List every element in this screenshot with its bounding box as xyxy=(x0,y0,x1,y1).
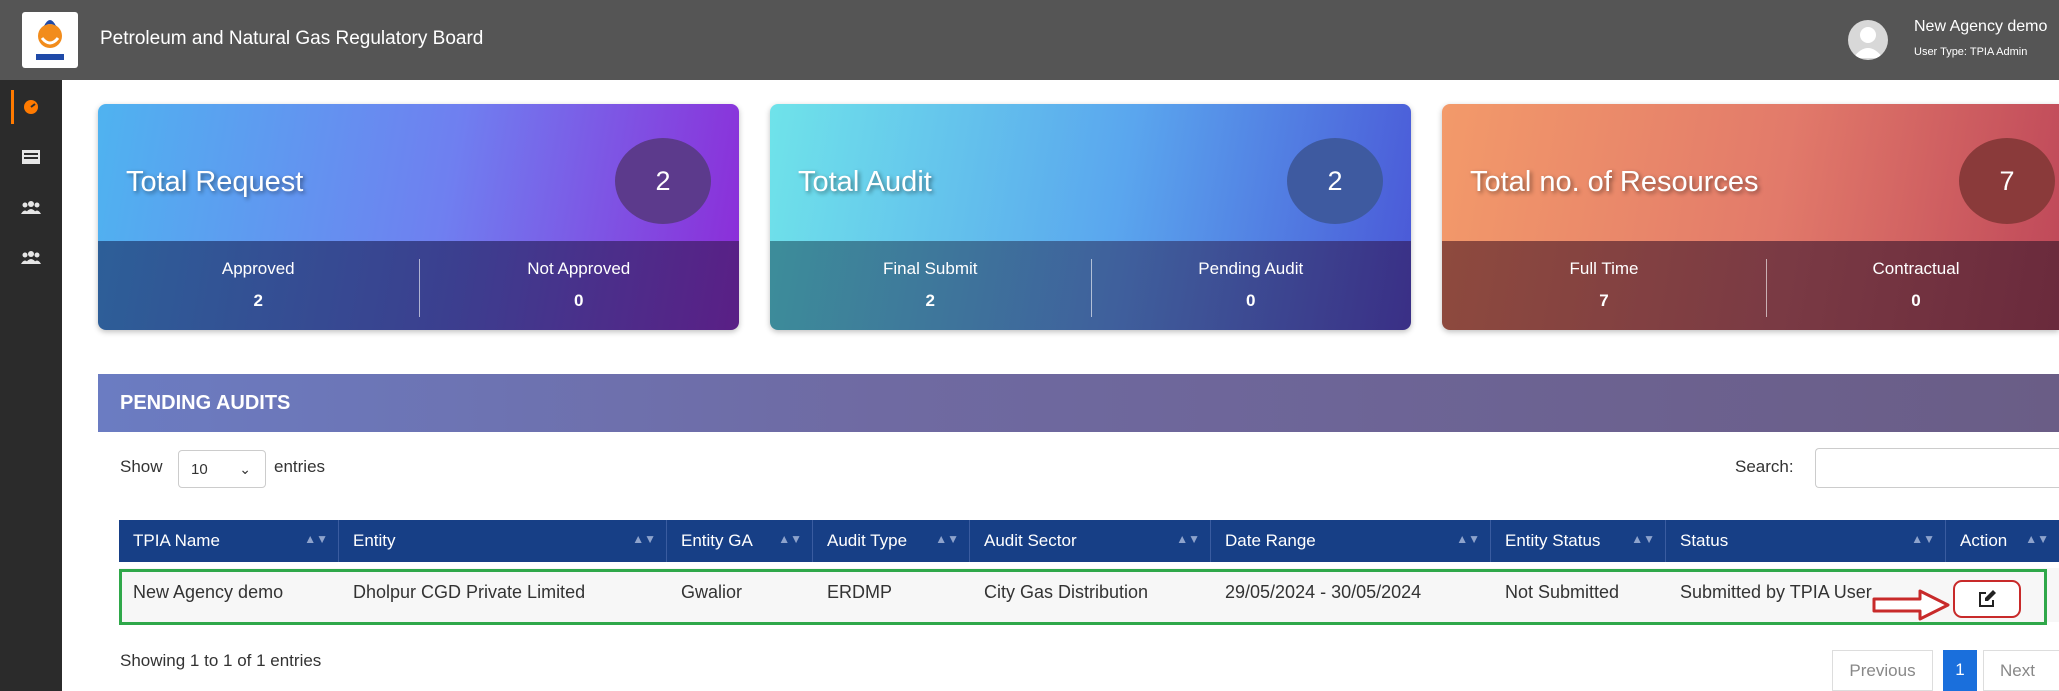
stat-value: 2 xyxy=(925,291,935,310)
stat-label: Pending Audit xyxy=(1198,259,1304,278)
arrow-right-icon xyxy=(1872,589,1950,621)
sidebar-item-users[interactable] xyxy=(14,190,48,224)
sort-icon: ▲▼ xyxy=(778,532,802,546)
total-request-card: Approved 2 Not Approved 0 Total Request … xyxy=(98,104,739,330)
sort-icon: ▲▼ xyxy=(1631,532,1655,546)
approved-stat: Approved 2 xyxy=(98,241,419,330)
edit-icon xyxy=(1979,590,1996,607)
stat-value: 0 xyxy=(574,291,584,310)
sort-icon: ▲▼ xyxy=(1176,532,1200,546)
pending-audits-header: PENDING AUDITS xyxy=(98,374,2059,432)
sort-icon: ▲▼ xyxy=(1911,532,1935,546)
column-header-action[interactable]: Action ▲▼ xyxy=(1946,520,2059,562)
stat-value: 0 xyxy=(1246,291,1256,310)
sidebar xyxy=(0,80,62,691)
table-header: TPIA Name ▲▼ Entity ▲▼ Entity GA ▲▼ Audit T… xyxy=(119,520,2059,562)
top-bar: Petroleum and Natural Gas Regulatory Boa… xyxy=(0,0,2059,80)
pagination-previous[interactable]: Previous xyxy=(1832,650,1933,691)
total-audit-card: Final Submit 2 Pending Audit 0 Total Aud… xyxy=(770,104,1411,330)
stat-label: Approved xyxy=(221,259,295,278)
total-resources-card: Full Time 7 Contractual 0 Total no. of R… xyxy=(1442,104,2059,330)
stat-label: Not Approved xyxy=(527,259,631,278)
app-title: Petroleum and Natural Gas Regulatory Boa… xyxy=(100,28,484,49)
contractual-stat: Contractual 0 xyxy=(1766,241,2059,330)
search-input[interactable] xyxy=(1815,448,2059,488)
column-header-entity-ga[interactable]: Entity GA ▲▼ xyxy=(667,520,813,562)
full-time-stat: Full Time 7 xyxy=(1442,241,1766,330)
pngrb-logo[interactable] xyxy=(22,12,78,68)
sidebar-item-list[interactable] xyxy=(14,140,48,174)
row-highlight-box xyxy=(119,569,2047,625)
sort-icon: ▲▼ xyxy=(1456,532,1480,546)
edit-action-button[interactable] xyxy=(1953,580,2021,618)
column-header-date-range[interactable]: Date Range ▲▼ xyxy=(1211,520,1491,562)
entries-label: entries xyxy=(274,457,326,476)
sidebar-item-dashboard[interactable] xyxy=(11,90,48,124)
table-info: Showing 1 to 1 of 1 entries xyxy=(120,651,322,670)
show-label: Show xyxy=(120,457,163,476)
stat-label: Final Submit xyxy=(883,259,978,278)
stat-value: 0 xyxy=(1911,291,1921,310)
card-count: 7 xyxy=(1959,138,2055,224)
entries-select[interactable]: 10 ⌄ xyxy=(178,450,266,488)
users-icon xyxy=(21,251,41,264)
user-avatar[interactable] xyxy=(1848,20,1888,60)
column-header-audit-sector[interactable]: Audit Sector ▲▼ xyxy=(970,520,1211,562)
column-header-status[interactable]: Status ▲▼ xyxy=(1666,520,1946,562)
card-title: Total Audit xyxy=(798,166,932,198)
column-header-entity-status[interactable]: Entity Status ▲▼ xyxy=(1491,520,1666,562)
column-header-audit-type[interactable]: Audit Type ▲▼ xyxy=(813,520,970,562)
sort-icon: ▲▼ xyxy=(2025,532,2049,546)
panel-title: PENDING AUDITS xyxy=(120,392,291,414)
user-name[interactable]: New Agency demo xyxy=(1914,18,2047,36)
pagination-next[interactable]: Next xyxy=(1983,650,2059,691)
card-title: Total Request xyxy=(126,166,304,198)
column-header-entity[interactable]: Entity ▲▼ xyxy=(339,520,667,562)
chevron-down-icon: ⌄ xyxy=(239,461,251,477)
stat-label: Contractual xyxy=(1872,259,1960,278)
sort-icon: ▲▼ xyxy=(935,532,959,546)
dashboard-icon xyxy=(24,100,38,114)
search-label: Search: xyxy=(1735,457,1794,476)
not-approved-stat: Not Approved 0 xyxy=(419,241,740,330)
user-type: User Type: TPIA Admin xyxy=(1914,46,2028,58)
list-icon xyxy=(22,150,40,164)
users-icon xyxy=(21,201,41,214)
sort-icon: ▲▼ xyxy=(304,532,328,546)
sort-icon: ▲▼ xyxy=(632,532,656,546)
sidebar-item-resources[interactable] xyxy=(14,240,48,274)
stat-value: 7 xyxy=(1599,291,1609,310)
entries-value: 10 xyxy=(191,461,208,478)
column-header-tpia-name[interactable]: TPIA Name ▲▼ xyxy=(119,520,339,562)
stat-label: Full Time xyxy=(1569,259,1639,278)
card-count: 2 xyxy=(615,138,711,224)
pagination-page-1[interactable]: 1 xyxy=(1943,650,1977,691)
stat-value: 2 xyxy=(253,291,263,310)
pending-audit-stat: Pending Audit 0 xyxy=(1091,241,1412,330)
card-title: Total no. of Resources xyxy=(1470,166,1759,198)
final-submit-stat: Final Submit 2 xyxy=(770,241,1091,330)
card-count: 2 xyxy=(1287,138,1383,224)
